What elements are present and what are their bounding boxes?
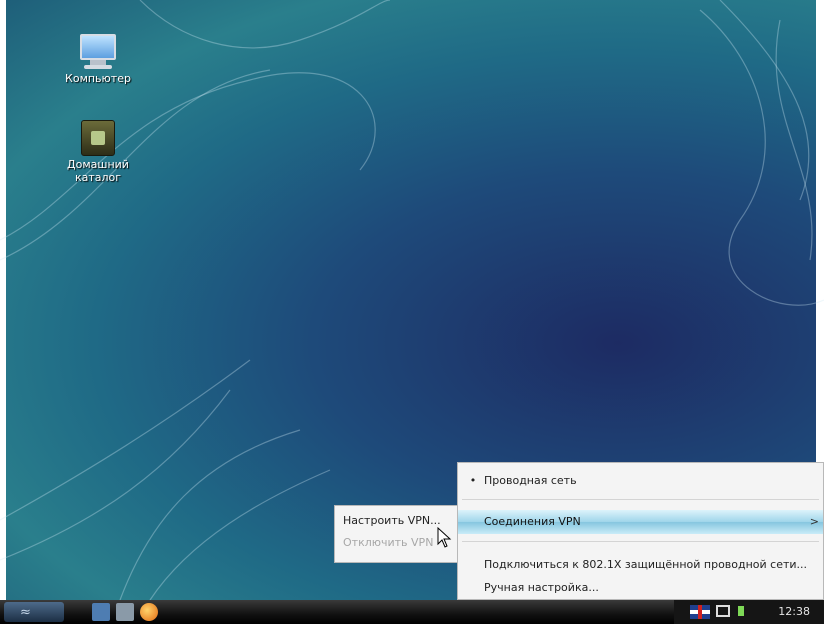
taskbar: ≈ 12:38 <box>0 600 824 624</box>
firefox-icon[interactable] <box>140 603 158 621</box>
home-folder-icon <box>81 120 115 156</box>
system-tray: 12:38 <box>674 600 824 624</box>
computer-icon <box>78 34 118 70</box>
selected-bullet-icon: • <box>469 474 477 487</box>
desktop-icon-computer[interactable]: Компьютер <box>43 34 153 85</box>
network-menu: • Проводная сеть Соединения VPN > Подклю… <box>457 462 824 600</box>
keyboard-layout-flag-icon[interactable] <box>690 605 710 619</box>
wired-network-label: Проводная сеть <box>484 474 577 487</box>
volume-icon[interactable] <box>738 606 744 616</box>
menu-separator <box>462 499 819 500</box>
connect-8021x-label: Подключиться к 802.1X защищённой проводн… <box>484 558 808 571</box>
menu-separator <box>462 541 819 542</box>
connect-8021x-item[interactable]: Подключиться к 802.1X защищённой проводн… <box>458 553 823 577</box>
show-desktop-icon[interactable] <box>92 603 110 621</box>
mouse-pointer-icon <box>437 527 452 548</box>
vpn-connections-label: Соединения VPN <box>484 515 581 528</box>
desktop-icon-home[interactable]: Домашний каталог <box>43 120 153 184</box>
manual-config-item[interactable]: Ручная настройка... <box>458 576 823 600</box>
network-icon[interactable] <box>716 605 730 617</box>
desktop-icon-label: Домашний каталог <box>67 158 129 184</box>
left-border <box>0 0 6 600</box>
wired-network-item[interactable]: • Проводная сеть <box>458 469 823 493</box>
start-menu-button[interactable]: ≈ <box>4 602 64 622</box>
desktop-icon-label: Компьютер <box>65 72 131 85</box>
file-manager-icon[interactable] <box>116 603 134 621</box>
manual-config-label: Ручная настройка... <box>484 581 599 594</box>
submenu-arrow-icon: > <box>809 515 819 528</box>
start-menu-icon: ≈ <box>20 605 31 620</box>
clock[interactable]: 12:38 <box>778 605 810 618</box>
vpn-connections-item[interactable]: Соединения VPN > <box>458 510 823 534</box>
